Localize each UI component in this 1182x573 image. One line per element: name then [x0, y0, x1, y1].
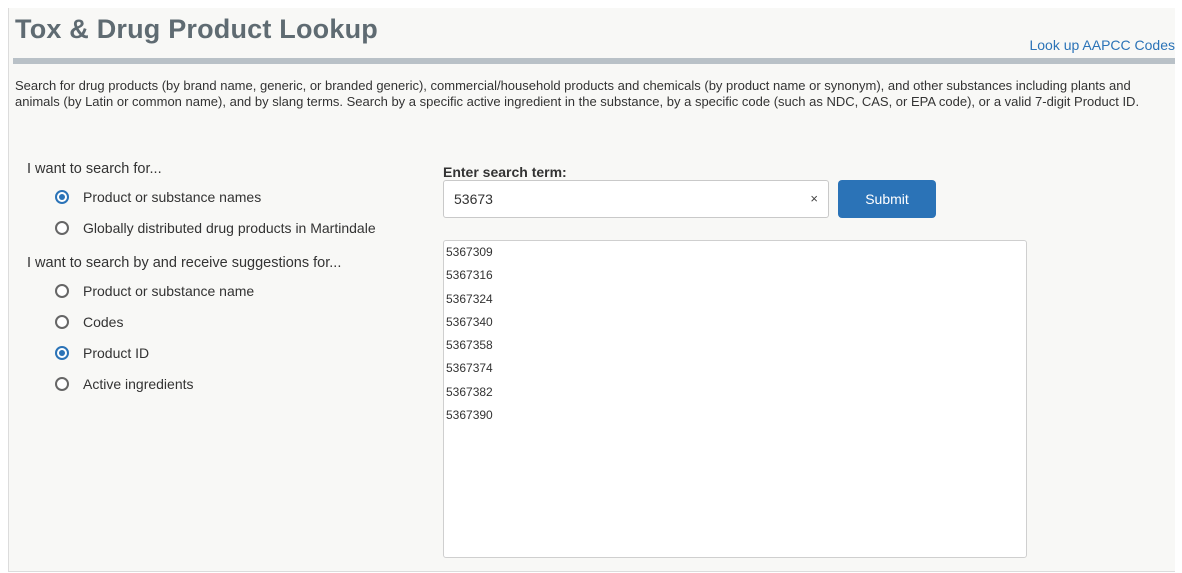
suggestions-list[interactable]: 5367309 5367316 5367324 5367340 5367358 53673…	[443, 240, 1027, 558]
radio-button[interactable]	[55, 314, 69, 329]
radio-button[interactable]	[55, 220, 69, 235]
search-description: Search for drug products (by brand name,…	[15, 78, 1140, 109]
aapcc-codes-link[interactable]: Look up AAPCC Codes	[1029, 37, 1175, 53]
radio-button[interactable]	[55, 189, 69, 204]
suggestion-item[interactable]: 5367374	[446, 361, 1026, 384]
suggestion-item[interactable]: 5367309	[446, 245, 1026, 268]
radio-button[interactable]	[55, 376, 69, 391]
radio-by-active-ingredients[interactable]: Active ingredients	[55, 368, 427, 399]
submit-button[interactable]: Submit	[838, 180, 936, 218]
radio-by-product-name[interactable]: Product or substance name	[55, 275, 427, 306]
radio-button[interactable]	[55, 283, 69, 298]
radio-label: Product or substance name	[83, 282, 255, 299]
search-options: I want to search for... Product or subst…	[27, 161, 427, 399]
clear-icon[interactable]: ×	[810, 191, 818, 206]
radio-martindale[interactable]: Globally distributed drug products in Ma…	[55, 212, 427, 243]
radio-product-names[interactable]: Product or substance names	[55, 181, 427, 212]
radio-label: Product or substance names	[83, 188, 262, 205]
lookup-panel: Tox & Drug Product Lookup Look up AAPCC …	[8, 8, 1175, 572]
search-input[interactable]	[444, 181, 794, 217]
suggestion-item[interactable]: 5367340	[446, 315, 1026, 338]
search-field: ×	[443, 180, 829, 218]
suggestion-item[interactable]: 5367316	[446, 268, 1026, 291]
suggestion-item[interactable]: 5367358	[446, 338, 1026, 361]
radio-by-product-id[interactable]: Product ID	[55, 337, 427, 368]
title-divider	[13, 58, 1175, 64]
search-for-heading: I want to search for...	[27, 161, 162, 177]
radio-label: Active ingredients	[83, 375, 194, 392]
suggestion-item[interactable]: 5367390	[446, 408, 1026, 431]
radio-label: Globally distributed drug products in Ma…	[83, 219, 376, 236]
search-by-heading: I want to search by and receive suggesti…	[27, 255, 342, 271]
radio-label: Product ID	[83, 344, 150, 361]
radio-label: Codes	[83, 313, 124, 330]
page-title: Tox & Drug Product Lookup	[15, 14, 378, 44]
suggestion-item[interactable]: 5367382	[446, 385, 1026, 408]
radio-by-codes[interactable]: Codes	[55, 306, 427, 337]
radio-button[interactable]	[55, 345, 69, 360]
suggestion-item[interactable]: 5367324	[446, 292, 1026, 315]
search-term-label: Enter search term:	[443, 164, 567, 180]
